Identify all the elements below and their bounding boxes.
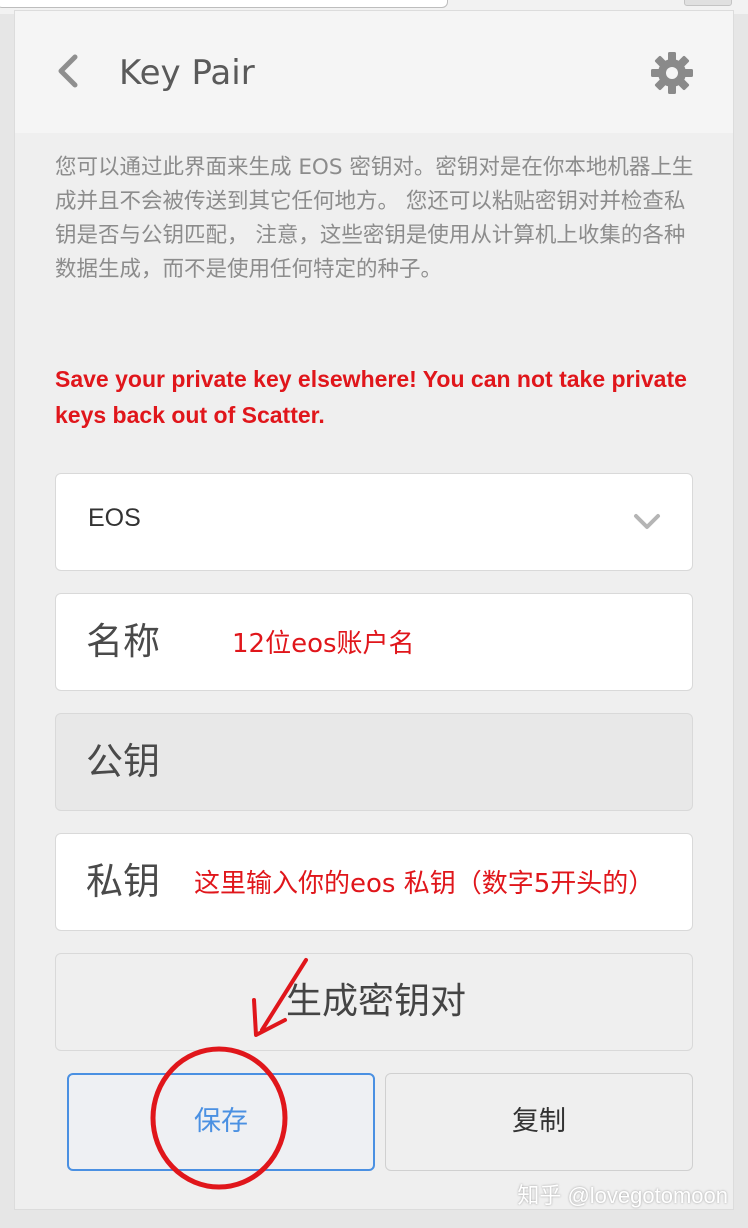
private-key-field[interactable]: 私钥 这里输入你的eos 私钥（数字5开头的） xyxy=(55,833,693,931)
copy-button-label: 复制 xyxy=(512,1106,566,1137)
private-key-placeholder: 私钥 xyxy=(86,860,160,903)
public-key-placeholder: 公钥 xyxy=(86,740,160,783)
gear-icon[interactable] xyxy=(651,52,693,94)
chevron-down-icon xyxy=(634,514,660,529)
save-button-label: 保存 xyxy=(194,1106,248,1137)
watermark: 知乎 @lovegotomoon xyxy=(517,1183,728,1208)
generate-keypair-label: 生成密钥对 xyxy=(285,981,466,1022)
blockchain-select[interactable]: EOS xyxy=(55,473,693,571)
warning-text: Save your private key elsewhere! You can… xyxy=(55,366,687,428)
address-bar[interactable] xyxy=(0,0,448,8)
extension-popup: Key Pair 您可以通过此界面来生成 EOS 密钥对。密钥对是在你本地机器上… xyxy=(14,10,734,1210)
blockchain-select-value: EOS xyxy=(88,504,141,532)
save-button[interactable]: 保存 xyxy=(67,1073,375,1171)
chevron-left-icon[interactable] xyxy=(53,51,83,91)
name-annotation: 12位eos账户名 xyxy=(232,629,415,659)
description-text: 您可以通过此界面来生成 EOS 密钥对。密钥对是在你本地机器上生成并且不会被传送… xyxy=(55,155,694,282)
header: Key Pair xyxy=(15,11,733,133)
copy-button[interactable]: 复制 xyxy=(385,1073,693,1171)
generate-keypair-button[interactable]: 生成密钥对 xyxy=(55,953,693,1051)
content-area: 您可以通过此界面来生成 EOS 密钥对。密钥对是在你本地机器上生成并且不会被传送… xyxy=(15,133,733,1209)
browser-button[interactable] xyxy=(684,0,732,6)
name-field[interactable]: 名称 12位eos账户名 xyxy=(55,593,693,691)
private-key-annotation: 这里输入你的eos 私钥（数字5开头的） xyxy=(194,869,655,899)
page-title: Key Pair xyxy=(119,53,255,93)
public-key-field: 公钥 xyxy=(55,713,693,811)
name-placeholder: 名称 xyxy=(86,620,160,663)
